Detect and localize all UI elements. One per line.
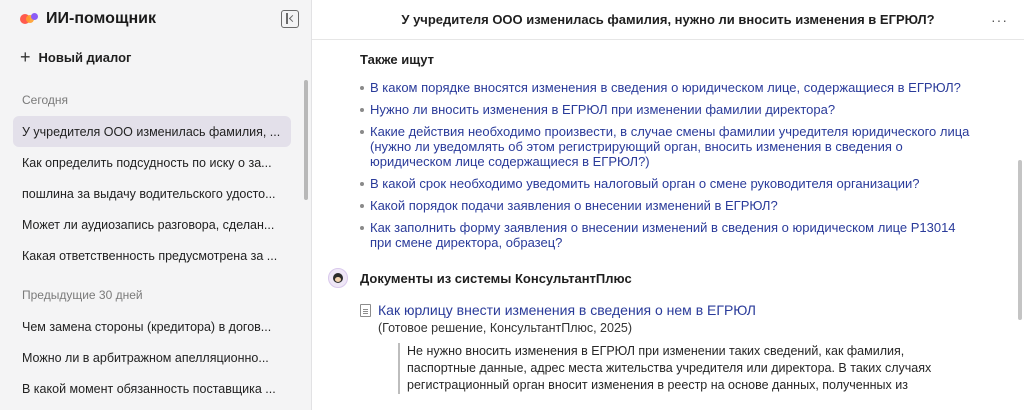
sidebar: ИИ-помощник + Новый диалог Сегодня У учр… bbox=[0, 0, 312, 410]
app-window: ИИ-помощник + Новый диалог Сегодня У учр… bbox=[0, 0, 1024, 410]
new-chat-label: Новый диалог bbox=[38, 49, 132, 65]
document-link[interactable]: Как юрлицу внести изменения в сведения о… bbox=[378, 302, 756, 318]
suggested-question-link[interactable]: В какой срок необходимо уведомить налого… bbox=[360, 176, 974, 191]
group-title-previous: Предыдущие 30 дней bbox=[22, 288, 143, 302]
app-title: ИИ-помощник bbox=[46, 10, 156, 27]
suggested-question-link[interactable]: Нужно ли вносить изменения в ЕГРЮЛ при и… bbox=[360, 102, 974, 117]
chat-item[interactable]: Какая ответственность предусмотрена за .… bbox=[13, 240, 291, 271]
chat-item[interactable]: Можно ли в арбитражном апелляционно... bbox=[13, 342, 291, 373]
documents-section-header: Документы из системы КонсультантПлюс bbox=[328, 268, 974, 288]
chat-item[interactable]: Может ли аудиозапись разговора, сделан..… bbox=[13, 209, 291, 240]
conversation-content: Также ищут В каком порядке вносятся изме… bbox=[312, 52, 1024, 394]
chat-item[interactable]: У учредителя ООО изменилась фамилия, ... bbox=[13, 116, 291, 147]
sidebar-header: ИИ-помощник bbox=[0, 0, 311, 38]
sidebar-scrollbar[interactable] bbox=[304, 80, 308, 200]
document-source: (Готовое решение, КонсультантПлюс, 2025) bbox=[378, 321, 633, 335]
new-chat-button[interactable]: + Новый диалог bbox=[0, 38, 311, 76]
suggested-question-link[interactable]: Как заполнить форму заявления о внесении… bbox=[360, 220, 974, 250]
documents-title: Документы из системы КонсультантПлюс bbox=[360, 270, 632, 286]
also-searched-title: Также ищут bbox=[360, 52, 434, 67]
assistant-avatar bbox=[328, 268, 348, 288]
document-excerpt: Не нужно вносить изменения в ЕГРЮЛ при и… bbox=[398, 343, 974, 394]
plus-icon: + bbox=[20, 47, 31, 67]
app-logo-icon bbox=[20, 13, 38, 25]
conversation-scrollbar[interactable] bbox=[1018, 160, 1022, 320]
chat-item[interactable]: В какой момент обязанность поставщика ..… bbox=[13, 373, 291, 404]
sidebar-toggle-icon[interactable] bbox=[281, 10, 299, 28]
also-searched-list: В каком порядке вносятся изменения в све… bbox=[360, 80, 974, 250]
document-icon bbox=[360, 304, 371, 317]
document-entry: Как юрлицу внести изменения в сведения о… bbox=[360, 302, 974, 318]
conversation-title: У учредителя ООО изменилась фамилия, нуж… bbox=[401, 12, 935, 27]
conversation-panel: У учредителя ООО изменилась фамилия, нуж… bbox=[312, 0, 1024, 410]
more-options-icon[interactable]: ··· bbox=[991, 12, 1008, 28]
chat-item[interactable]: Как определить подсудность по иску о за.… bbox=[13, 147, 291, 178]
suggested-question-link[interactable]: Какой порядок подачи заявления о внесени… bbox=[360, 198, 974, 213]
chat-item[interactable]: пошлина за выдачу водительского удосто..… bbox=[13, 178, 291, 209]
suggested-question-link[interactable]: Какие действия необходимо произвести, в … bbox=[360, 124, 974, 169]
suggested-question-link[interactable]: В каком порядке вносятся изменения в све… bbox=[360, 80, 974, 95]
group-title-today: Сегодня bbox=[22, 93, 68, 107]
chat-item[interactable]: Чем замена стороны (кредитора) в догов..… bbox=[13, 311, 291, 342]
conversation-header: У учредителя ООО изменилась фамилия, нуж… bbox=[312, 0, 1024, 40]
